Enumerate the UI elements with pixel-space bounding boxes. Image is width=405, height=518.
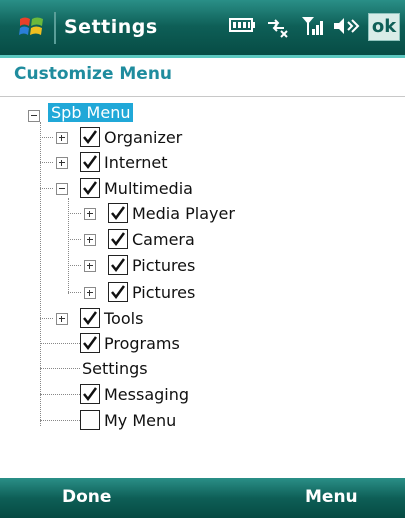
connectivity-icon[interactable] [264,14,290,38]
menu-softkey[interactable]: Menu [305,487,358,507]
tree-item-checkbox[interactable] [80,178,100,198]
tree-root-label[interactable]: Spb Menu [48,103,134,122]
tree-item-label[interactable]: Camera [132,230,195,249]
screen: Settings ok Customize Menu Spb Menu Orga… [0,0,405,518]
tree-item-label[interactable]: Media Player [132,204,235,223]
tree-item-expander[interactable] [84,260,96,272]
softkey-bar: Done Menu [0,478,405,518]
tree-item-label[interactable]: Settings [82,359,148,378]
tree-item-label[interactable]: Multimedia [104,179,193,198]
tree-item-checkbox[interactable] [108,255,128,275]
tree-item-expander[interactable] [56,183,68,195]
tree-item-expander[interactable] [84,287,96,299]
tree-item-checkbox[interactable] [80,384,100,404]
tree-item-checkbox[interactable] [80,410,100,430]
tree-item-checkbox[interactable] [80,152,100,172]
tree-item-checkbox[interactable] [108,229,128,249]
tree-item-label[interactable]: Messaging [104,385,189,404]
title-bar: Settings ok [0,0,405,58]
done-softkey[interactable]: Done [62,487,111,507]
tree-item-checkbox[interactable] [80,308,100,328]
tree-item-label[interactable]: Pictures [132,283,195,302]
tree-item-checkbox[interactable] [80,127,100,147]
battery-icon[interactable] [228,16,256,34]
volume-icon[interactable] [332,16,362,36]
app-title: Settings [64,16,158,38]
tree-item-expander[interactable] [84,234,96,246]
ok-button[interactable]: ok [368,13,400,41]
page-title: Customize Menu [14,64,173,84]
tree-item-label[interactable]: Programs [104,334,180,353]
tree-root-expander[interactable] [28,110,40,122]
tree-item-label[interactable]: Organizer [104,128,182,147]
tree-item-label[interactable]: Pictures [132,256,195,275]
tree-item-checkbox[interactable] [80,333,100,353]
signal-icon[interactable] [300,14,324,38]
tree-item-label[interactable]: My Menu [104,411,176,430]
tree-item-checkbox[interactable] [108,282,128,302]
page-heading: Customize Menu [0,58,405,98]
tree-item-expander[interactable] [84,208,96,220]
menu-tree: Spb Menu Organizer Internet Multimedia M… [0,100,405,460]
tree-item-expander[interactable] [56,132,68,144]
windows-start-icon[interactable] [18,13,46,41]
tree-item-label[interactable]: Tools [104,309,143,328]
tree-item-expander[interactable] [56,313,68,325]
tree-item-checkbox[interactable] [108,203,128,223]
heading-rule [0,96,405,97]
title-divider [54,12,56,44]
tree-item-label[interactable]: Internet [104,153,168,172]
tree-item-expander[interactable] [56,157,68,169]
